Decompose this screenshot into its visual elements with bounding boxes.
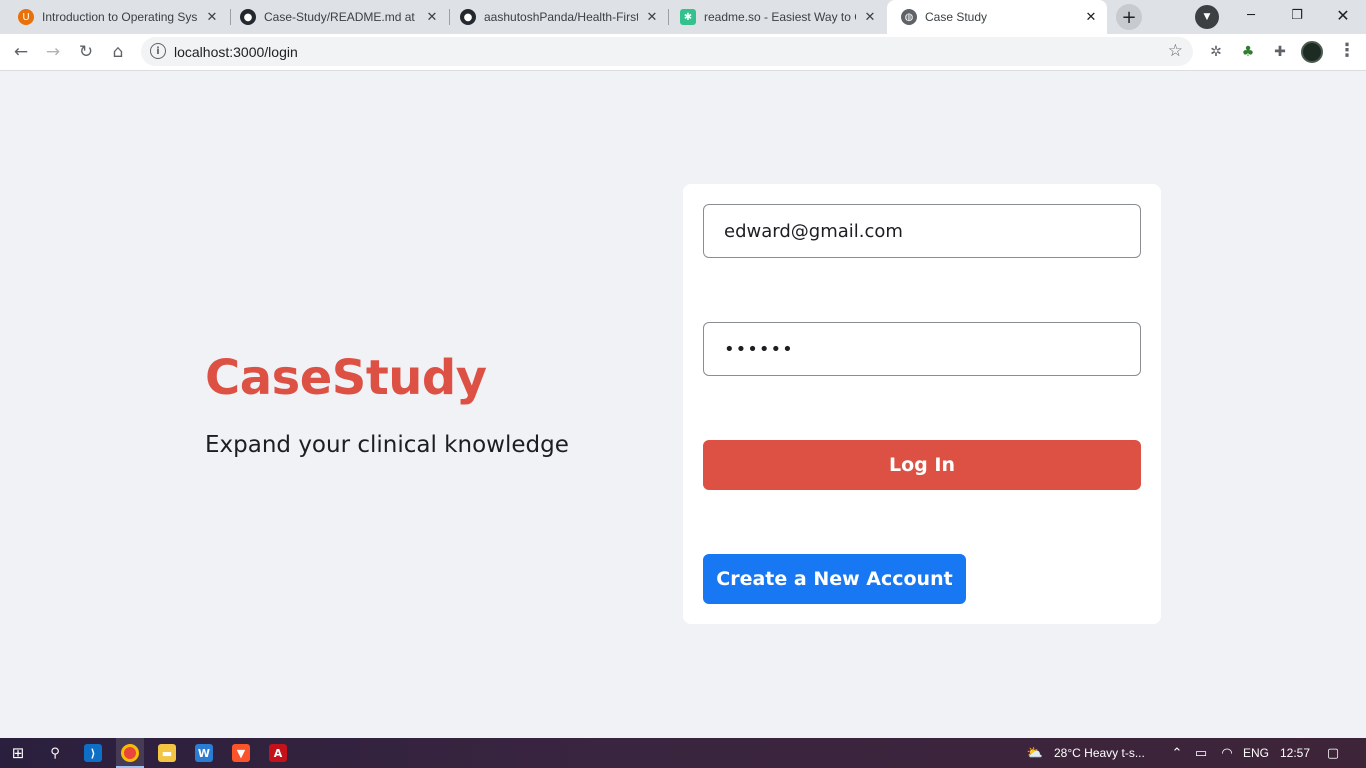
wifi-icon[interactable]: ◠ [1216,742,1238,764]
windows-start-icon[interactable]: ⊞ [7,742,29,764]
acrobat-icon[interactable]: A [267,742,289,764]
puzzle-extensions-icon[interactable]: ✚ [1269,41,1291,63]
tab-title: readme.so - Easiest Way to C [704,10,856,24]
login-button[interactable]: Log In [703,440,1141,490]
address-bar[interactable]: i localhost:3000/login ☆ [141,37,1193,66]
vscode-icon[interactable]: ⟩ [82,742,104,764]
word-icon[interactable]: W [193,742,215,764]
chevron-up-icon[interactable]: ⌃ [1166,742,1188,764]
password-field[interactable] [703,322,1141,376]
home-icon[interactable]: ⌂ [104,38,132,66]
profile-avatar[interactable] [1301,41,1323,63]
new-tab-button[interactable]: + [1116,4,1142,30]
brave-icon[interactable]: ▼ [230,742,252,764]
login-card: Log In Create a New Account [683,184,1161,624]
forward-icon[interactable]: → [39,38,67,66]
tab-title: aashutoshPanda/Health-First [484,10,638,24]
notifications-icon[interactable]: ▢ [1322,742,1344,764]
tab-title: Case-Study/README.md at m [264,10,418,24]
tagline: Expand your clinical knowledge [205,432,569,458]
tab-title: Case Study [925,10,988,24]
tab-title: Introduction to Operating Sys [42,10,198,24]
browser-toolbar: ← → ↻ ⌂ i localhost:3000/login ☆ [0,34,1366,71]
close-icon[interactable]: ✕ [204,9,220,25]
weather-icon[interactable]: ⛅ [1024,742,1046,764]
tab-github-casestudy[interactable]: ● Case-Study/README.md at m ✕ [226,0,448,34]
close-icon[interactable]: ✕ [862,9,878,25]
tab-github-healthfirst[interactable]: ● aashutoshPanda/Health-First ✕ [446,0,668,34]
brand-title: CaseStudy [205,350,487,406]
chrome-icon[interactable] [119,742,141,764]
minimize-icon[interactable]: ─ [1228,0,1274,30]
info-icon[interactable]: i [150,43,166,59]
email-field[interactable] [703,204,1141,258]
bug-extension-icon[interactable]: ✲ [1205,41,1227,63]
reload-icon[interactable]: ↻ [72,38,100,66]
url-text[interactable]: localhost:3000/login [174,44,298,60]
github-icon: ● [240,9,256,25]
tab-search-icon[interactable]: ▼ [1195,5,1219,29]
file-explorer-icon[interactable]: ▬ [156,742,178,764]
udemy-icon: U [18,9,34,25]
tab-udemy[interactable]: U Introduction to Operating Sys ✕ [4,0,228,34]
search-icon[interactable]: ⚲ [44,742,66,764]
close-icon[interactable]: ✕ [424,9,440,25]
globe-icon: ◍ [901,9,917,25]
menu-kebab-icon[interactable]: ⋮ [1338,40,1356,61]
bookmark-star-icon[interactable]: ☆ [1168,41,1183,61]
tab-readme-so[interactable]: ✱ readme.so - Easiest Way to C ✕ [666,0,886,34]
clock[interactable]: 12:57 [1280,746,1310,760]
close-window-icon[interactable]: ✕ [1320,0,1366,30]
readme-icon: ✱ [680,9,696,25]
restore-icon[interactable]: ❐ [1274,0,1320,30]
tree-extension-icon[interactable]: ♣ [1237,41,1259,63]
github-icon: ● [460,9,476,25]
tab-case-study[interactable]: ◍ Case Study ✕ [887,0,1107,34]
battery-icon[interactable]: ▭ [1190,742,1212,764]
windows-taskbar: ⊞ ⚲ ⟩ ▬ W ▼ A ⛅ 28°C Heavy t-s... ⌃ ▭ ◠ … [0,738,1366,768]
language-indicator[interactable]: ENG [1243,746,1269,760]
back-icon[interactable]: ← [7,38,35,66]
close-icon[interactable]: ✕ [644,9,660,25]
weather-text[interactable]: 28°C Heavy t-s... [1054,746,1145,760]
tab-strip: U Introduction to Operating Sys ✕ ● Case… [0,0,1366,34]
close-icon[interactable]: ✕ [1083,9,1099,25]
create-account-button[interactable]: Create a New Account [703,554,966,604]
